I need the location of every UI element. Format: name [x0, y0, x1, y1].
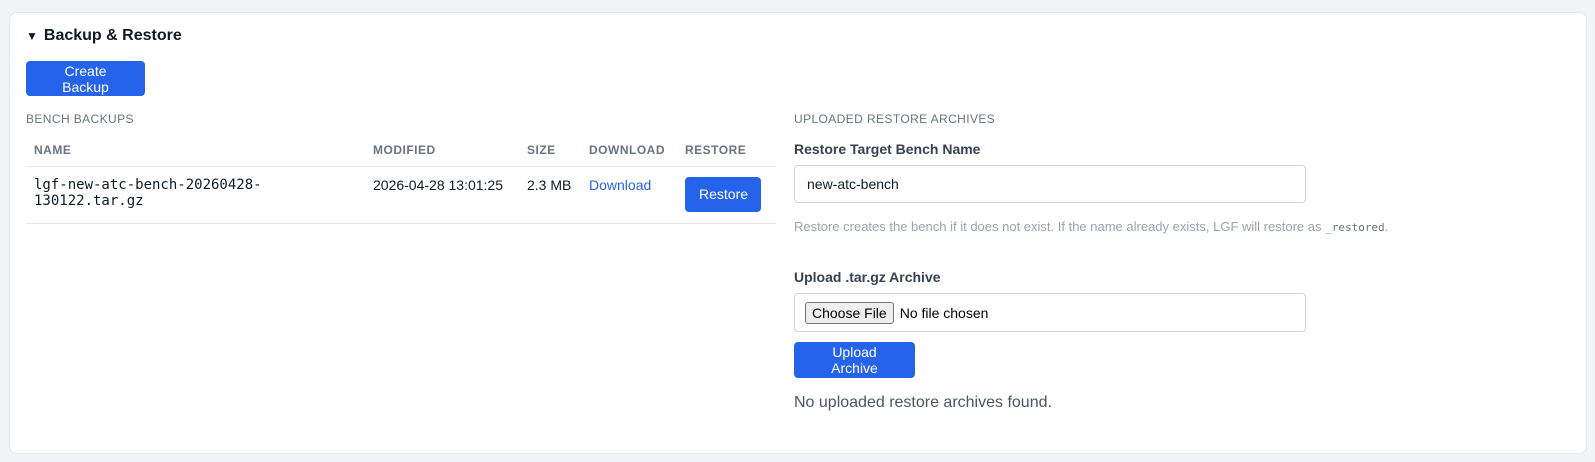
column-header-name: NAME [26, 134, 365, 167]
help-text-prefix: Restore creates the bench if it does not… [794, 219, 1326, 234]
collapse-triangle-icon: ▼ [26, 29, 38, 43]
restore-help-text: Restore creates the bench if it does not… [794, 219, 1388, 234]
upload-archive-label: Upload .tar.gz Archive [794, 269, 941, 285]
backup-modified: 2026-04-28 13:01:25 [365, 166, 519, 224]
help-text-suffix: . [1384, 219, 1389, 234]
column-header-modified: MODIFIED [365, 134, 519, 167]
upload-archive-button[interactable]: Upload Archive [794, 342, 915, 378]
section-title: Backup & Restore [43, 27, 182, 44]
create-backup-button[interactable]: Create Backup [26, 61, 145, 96]
download-link[interactable]: Download [589, 177, 651, 193]
column-header-download: DOWNLOAD [581, 134, 677, 167]
empty-archives-message: No uploaded restore archives found. [794, 394, 1052, 411]
column-header-restore: RESTORE [677, 134, 776, 167]
restore-button[interactable]: Restore [685, 176, 761, 212]
backup-restore-panel: ▼ Backup & Restore Create Backup BENCH B… [9, 12, 1587, 454]
table-row: lgf-new-atc-bench-20260428-130122.tar.gz… [26, 166, 776, 224]
bench-backups-heading: BENCH BACKUPS [26, 112, 134, 126]
file-input[interactable]: Choose File No file chosen [794, 293, 1306, 332]
choose-file-button[interactable]: Choose File [805, 301, 894, 324]
restore-target-label: Restore Target Bench Name [794, 141, 981, 157]
column-header-size: SIZE [519, 134, 581, 167]
backup-size: 2.3 MB [519, 166, 581, 224]
uploaded-archives-heading: UPLOADED RESTORE ARCHIVES [794, 112, 996, 126]
table-header-row: NAME MODIFIED SIZE DOWNLOAD RESTORE [26, 134, 776, 167]
restore-target-input[interactable] [794, 165, 1306, 203]
backup-file-name: lgf-new-atc-bench-20260428-130122.tar.gz [26, 166, 365, 224]
file-status-text: No file chosen [899, 304, 989, 321]
bench-backups-table: NAME MODIFIED SIZE DOWNLOAD RESTORE lgf-… [26, 134, 776, 224]
section-toggle[interactable]: ▼ Backup & Restore [26, 27, 182, 45]
help-text-code: _restored [1325, 221, 1385, 234]
